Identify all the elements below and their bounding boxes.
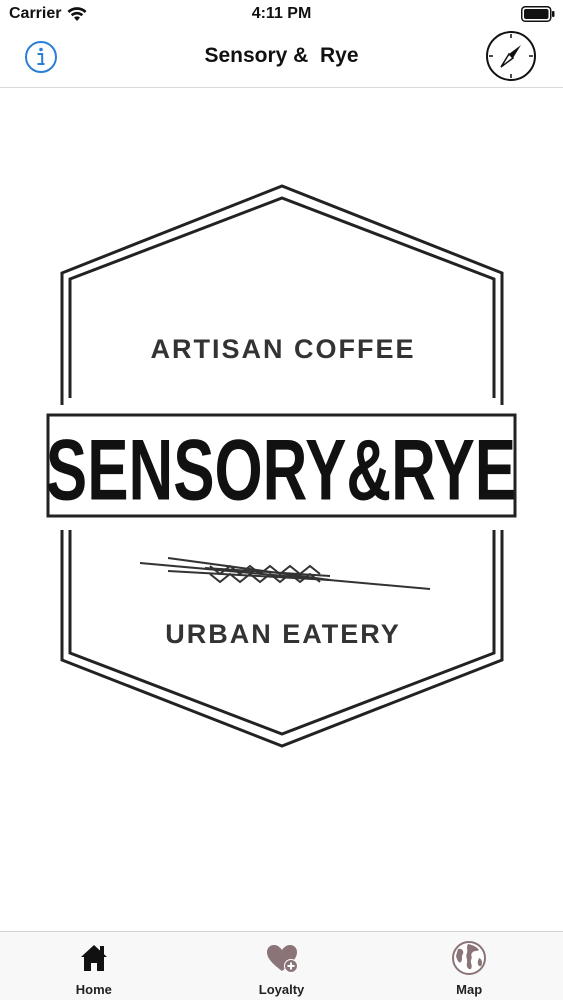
heart-plus-icon: [266, 945, 298, 973]
tab-home-label: Home: [75, 982, 112, 997]
home-icon: [80, 945, 107, 971]
tab-home[interactable]: Home: [0, 932, 188, 1000]
logo-top-text: ARTISAN COFFEE: [150, 334, 415, 364]
tab-bar: Home Loyalty Map: [0, 931, 563, 1000]
logo-name-text: SENSORY&RYE: [46, 421, 516, 518]
tab-map-label: Map: [456, 982, 483, 997]
compass-button[interactable]: [485, 30, 537, 82]
nav-bar: Sensory & Rye: [0, 30, 563, 88]
compass-icon: [486, 31, 536, 81]
app-screen: Carrier 4:11 PM Sensory & Rye ARTISAN CO…: [0, 0, 563, 1000]
globe-icon: [452, 941, 487, 975]
page-title: Sensory & Rye: [204, 44, 359, 67]
logo-bottom-text: URBAN EATERY: [165, 619, 401, 649]
status-bar: Carrier 4:11 PM: [0, 0, 563, 30]
sensory-rye-logo: ARTISAN COFFEE SENSORY&RYE URBAN EATERY: [46, 184, 517, 748]
battery-icon: [521, 6, 555, 27]
wheat-stalk-icon: [139, 557, 431, 590]
tab-map[interactable]: Map: [375, 932, 563, 1000]
tab-loyalty[interactable]: Loyalty: [188, 932, 376, 1000]
status-time: 4:11 PM: [251, 5, 312, 22]
tab-loyalty-label: Loyalty: [258, 982, 305, 997]
